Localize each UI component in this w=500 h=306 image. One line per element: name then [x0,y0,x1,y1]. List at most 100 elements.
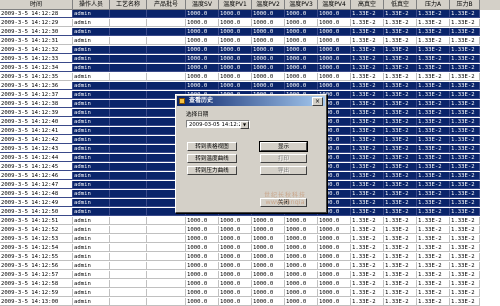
column-header[interactable]: 压力B [450,0,480,10]
table-row[interactable]: 2009-3-5 14:12:36 admin 1000.0 1000.0 1000.0… [0,82,500,91]
column-header[interactable]: 时间 [0,0,73,10]
table-cell: 2009-3-5 14:12:43 [0,145,73,153]
table-cell: admin [73,262,110,270]
table-cell: 1.33E-2 [417,46,450,54]
table-cell: 1000.0 [219,19,252,27]
table-row[interactable]: 2009-3-5 14:12:56 admin 1000.0 1000.0 1000.0… [0,262,500,271]
table-row[interactable]: 2009-3-5 14:12:34 admin 1000.0 1000.0 1000.0… [0,64,500,73]
table-row[interactable]: 2009-3-5 14:12:58 admin 1000.0 1000.0 1000.0… [0,280,500,289]
table-cell: 1.33E-2 [351,136,384,144]
table-row[interactable]: 2009-3-5 14:12:31 admin 1000.0 1000.0 1000.0… [0,37,500,46]
chevron-down-icon[interactable]: ▼ [240,121,249,129]
table-row[interactable]: 2009-3-5 14:12:30 admin 1000.0 1000.0 1000.0… [0,28,500,37]
table-row[interactable]: 2009-3-5 14:12:28 admin 1000.0 1000.0 1000.0… [0,10,500,19]
table-cell [110,46,147,54]
table-cell: 1.33E-2 [384,217,417,225]
table-cell: 2009-3-5 14:12:38 [0,100,73,108]
table-cell: 1.33E-2 [450,244,480,252]
column-header[interactable]: 产品批号 [147,0,186,10]
table-row[interactable]: 2009-3-5 14:13:00 admin 1000.0 1000.0 1000.0… [0,298,500,306]
table-cell: 1.33E-2 [450,172,480,180]
table-cell: 2009-3-5 14:12:40 [0,118,73,126]
column-header[interactable]: 高真空 [351,0,384,10]
temperature-curve-button[interactable]: 转到温度曲线 [187,154,237,163]
table-cell: 1000.0 [318,19,351,27]
table-cell: 1000.0 [186,10,219,18]
table-row[interactable]: 2009-3-5 14:12:53 admin 1000.0 1000.0 1000.0… [0,235,500,244]
table-cell: 1.33E-2 [450,64,480,72]
table-cell: admin [73,244,110,252]
column-header[interactable]: 压力A [417,0,450,10]
column-header[interactable]: 温度SV [186,0,219,10]
table-row[interactable]: 2009-3-5 14:12:59 admin 1000.0 1000.0 1000.0… [0,289,500,298]
table-cell: 2009-3-5 14:12:39 [0,109,73,117]
table-cell: 1.33E-2 [351,289,384,297]
table-cell: 1000.0 [285,217,318,225]
table-cell: 1000.0 [186,73,219,81]
table-cell: 1000.0 [252,19,285,27]
column-header[interactable]: 温度PV2 [252,0,285,10]
table-cell: 1.33E-2 [351,190,384,198]
table-cell: 1.33E-2 [450,118,480,126]
table-row[interactable]: 2009-3-5 14:12:51 admin 1000.0 1000.0 1000.0… [0,217,500,226]
table-cell: 1.33E-2 [351,154,384,162]
export-button[interactable]: 导出 [260,166,307,175]
table-row[interactable]: 2009-3-5 14:12:32 admin 1000.0 1000.0 1000.0… [0,46,500,55]
table-view-button[interactable]: 转到表格视图 [187,142,237,151]
column-header[interactable]: 温度PV4 [318,0,351,10]
table-cell [147,217,186,225]
table-cell: 2009-3-5 14:12:48 [0,190,73,198]
table-cell: 1000.0 [186,289,219,297]
table-cell: 1.33E-2 [384,118,417,126]
table-cell: 1.33E-2 [417,181,450,189]
table-cell: 1000.0 [186,28,219,36]
table-row[interactable]: 2009-3-5 14:12:29 admin 1000.0 1000.0 1000.0… [0,19,500,28]
table-cell: 1.33E-2 [384,244,417,252]
table-cell: 1.33E-2 [417,136,450,144]
print-button[interactable]: 打印 [260,154,307,163]
column-header[interactable]: 温度PV3 [285,0,318,10]
table-cell: 1.33E-2 [417,262,450,270]
table-cell: 2009-3-5 14:12:47 [0,181,73,189]
table-row[interactable]: 2009-3-5 14:12:54 admin 1000.0 1000.0 1000.0… [0,244,500,253]
table-cell [110,109,147,117]
dialog-title-bar[interactable]: 查看历史 × [177,96,325,106]
table-cell: 1.33E-2 [417,289,450,297]
table-row[interactable]: 2009-3-5 14:12:55 admin 1000.0 1000.0 1000.0… [0,253,500,262]
app-icon [179,98,185,104]
pressure-curve-button[interactable]: 转到压力曲线 [187,166,237,175]
table-row[interactable]: 2009-3-5 14:12:33 admin 1000.0 1000.0 1000.0… [0,55,500,64]
date-select[interactable]: 2009-03-05 14:12:28 ▼ [186,120,250,129]
table-cell [110,172,147,180]
close-icon[interactable]: × [312,97,323,106]
table-cell: 1.33E-2 [351,64,384,72]
table-cell [147,298,186,306]
table-cell: 1.33E-2 [384,199,417,207]
table-cell: 1.33E-2 [384,73,417,81]
table-cell: 2009-3-5 14:12:31 [0,37,73,45]
table-cell [147,73,186,81]
show-button[interactable]: 显示 [259,141,308,152]
column-header[interactable]: 温度PV1 [219,0,252,10]
table-cell: 1.33E-2 [450,109,480,117]
column-header[interactable]: 低真空 [384,0,417,10]
table-row[interactable]: 2009-3-5 14:12:52 admin 1000.0 1000.0 1000.0… [0,226,500,235]
table-cell: 1.33E-2 [450,73,480,81]
table-cell: 1000.0 [285,82,318,90]
table-cell: 1.33E-2 [351,10,384,18]
column-header[interactable]: 操作人员 [73,0,110,10]
table-cell: admin [73,82,110,90]
table-cell: 1.33E-2 [351,298,384,306]
table-cell: 1.33E-2 [351,208,384,216]
table-row[interactable]: 2009-3-5 14:12:57 admin 1000.0 1000.0 1000.0… [0,271,500,280]
table-cell: 1000.0 [186,262,219,270]
table-cell: 1000.0 [219,244,252,252]
column-header[interactable]: 工艺名称 [110,0,147,10]
table-cell: 1.33E-2 [417,253,450,261]
table-row[interactable]: 2009-3-5 14:12:35 admin 1000.0 1000.0 1000.0… [0,73,500,82]
table-cell: 2009-3-5 14:12:50 [0,208,73,216]
table-cell: 1000.0 [285,280,318,288]
table-cell: admin [73,91,110,99]
close-button[interactable]: 关闭 [260,198,307,207]
table-cell: 1.33E-2 [384,154,417,162]
